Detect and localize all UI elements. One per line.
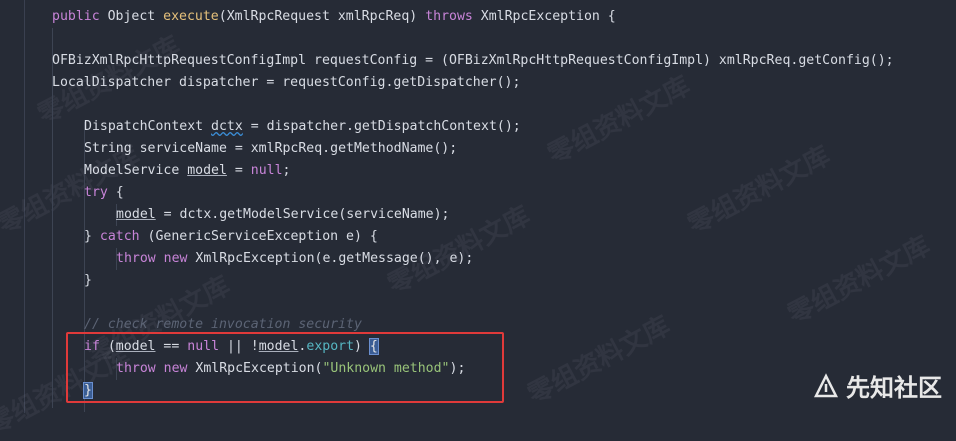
brand-label: 先知社区	[846, 374, 942, 402]
watermark: 零组资料文库	[543, 70, 696, 171]
code-line-5: String serviceName = xmlRpcReq.getMethod…	[84, 141, 458, 156]
watermark: 零组资料文库	[683, 140, 836, 241]
code-line-2: OFBizXmlRpcHttpRequestConfigImpl request…	[52, 53, 894, 68]
brand-icon	[813, 372, 839, 397]
highlight-box	[66, 332, 504, 403]
code-line-9: } catch (GenericServiceException e) {	[84, 229, 378, 244]
code-line-11: }	[84, 273, 92, 288]
code-line-10: throw new XmlRpcException(e.getMessage()…	[116, 251, 474, 266]
brand-logo: 先知社区	[812, 368, 942, 403]
code-line-8: model = dctx.getModelService(serviceName…	[116, 207, 450, 222]
code-line-7: try {	[84, 185, 124, 200]
gutter-divider	[24, 0, 25, 413]
code-editor[interactable]: 零组资料文库 零组资料文库 零组资料文库 零组资料文库 零组资料文库 零组资料文…	[0, 0, 956, 441]
watermark: 零组资料文库	[783, 230, 936, 331]
code-line-3: LocalDispatcher dispatcher = requestConf…	[52, 75, 521, 90]
code-line-6: ModelService model = null;	[84, 163, 291, 178]
watermark: 零组资料文库	[523, 310, 676, 411]
code-line-1: public Object execute(XmlRpcRequest xmlR…	[52, 9, 616, 24]
code-line-4: DispatchContext dctx = dispatcher.getDis…	[84, 119, 521, 134]
